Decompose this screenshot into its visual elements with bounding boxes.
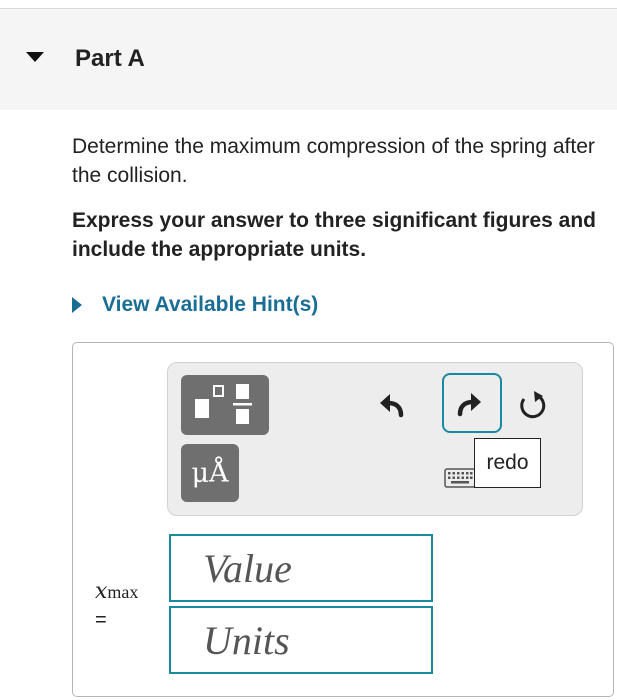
- redo-button[interactable]: [442, 373, 502, 433]
- answer-instruction: Express your answer to three significant…: [72, 209, 596, 261]
- redo-icon: [457, 393, 481, 417]
- variable-subscript: max: [107, 582, 139, 602]
- view-hints-link[interactable]: View Available Hint(s): [102, 293, 318, 317]
- equals-sign: =: [95, 609, 107, 631]
- answer-panel: μÅ redo xmax = Value Units: [72, 342, 614, 697]
- caret-down-icon[interactable]: [24, 47, 46, 67]
- units-button[interactable]: μÅ: [181, 444, 239, 502]
- value-input[interactable]: [169, 534, 433, 602]
- part-title: Part A: [75, 45, 145, 72]
- units-input[interactable]: [169, 606, 433, 674]
- redo-tooltip: redo: [474, 438, 541, 488]
- fraction-templates-icon: [195, 384, 252, 424]
- math-toolbar: μÅ redo: [167, 362, 583, 516]
- templates-button[interactable]: [181, 375, 269, 435]
- keyboard-icon[interactable]: [444, 468, 476, 488]
- caret-right-icon[interactable]: [70, 295, 84, 315]
- variable-symbol: x: [95, 579, 108, 604]
- undo-icon[interactable]: [374, 388, 410, 424]
- part-header[interactable]: Part A: [0, 9, 617, 110]
- reset-icon[interactable]: [514, 388, 550, 424]
- question-text: Determine the maximum compression of the…: [72, 135, 595, 187]
- variable-label: xmax: [95, 579, 138, 604]
